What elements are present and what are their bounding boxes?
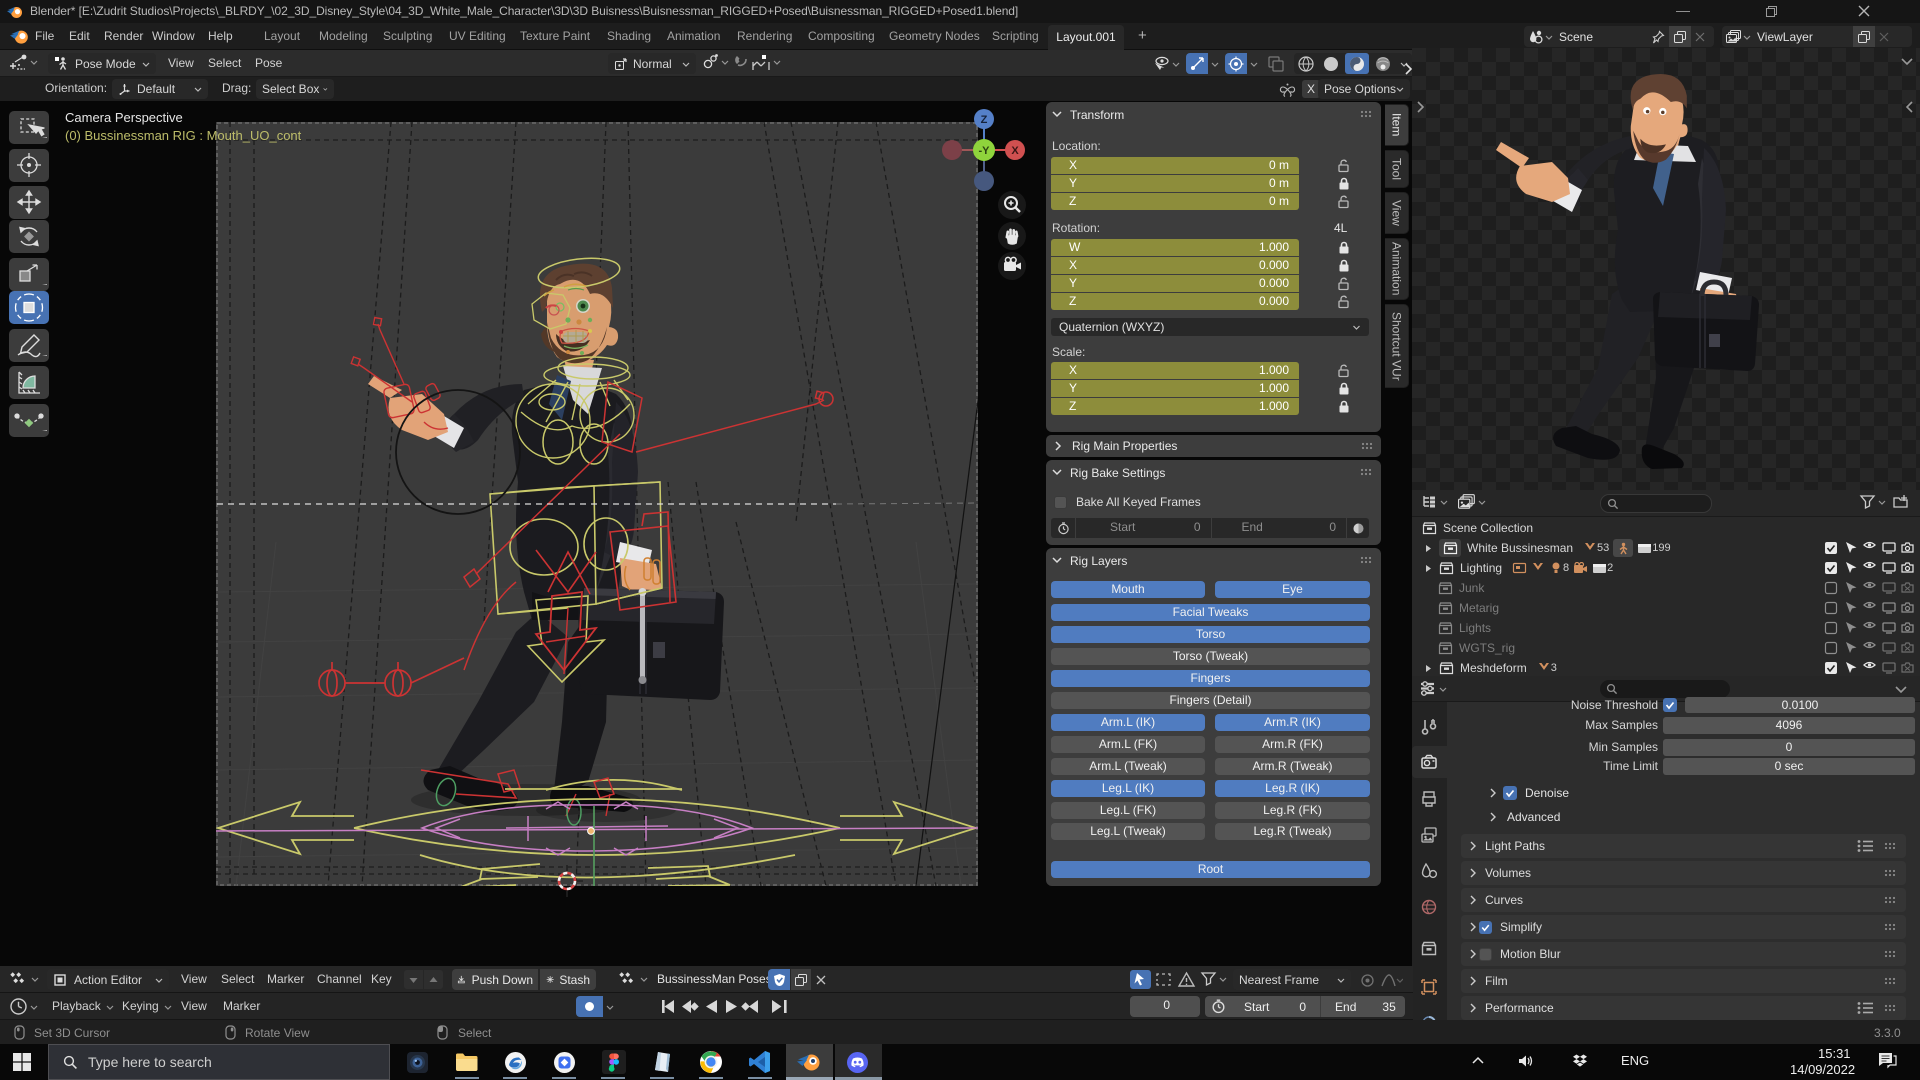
svg-text:X: X bbox=[1011, 145, 1019, 157]
svg-text:-Y: -Y bbox=[979, 145, 991, 157]
svg-text:Z: Z bbox=[981, 114, 988, 126]
